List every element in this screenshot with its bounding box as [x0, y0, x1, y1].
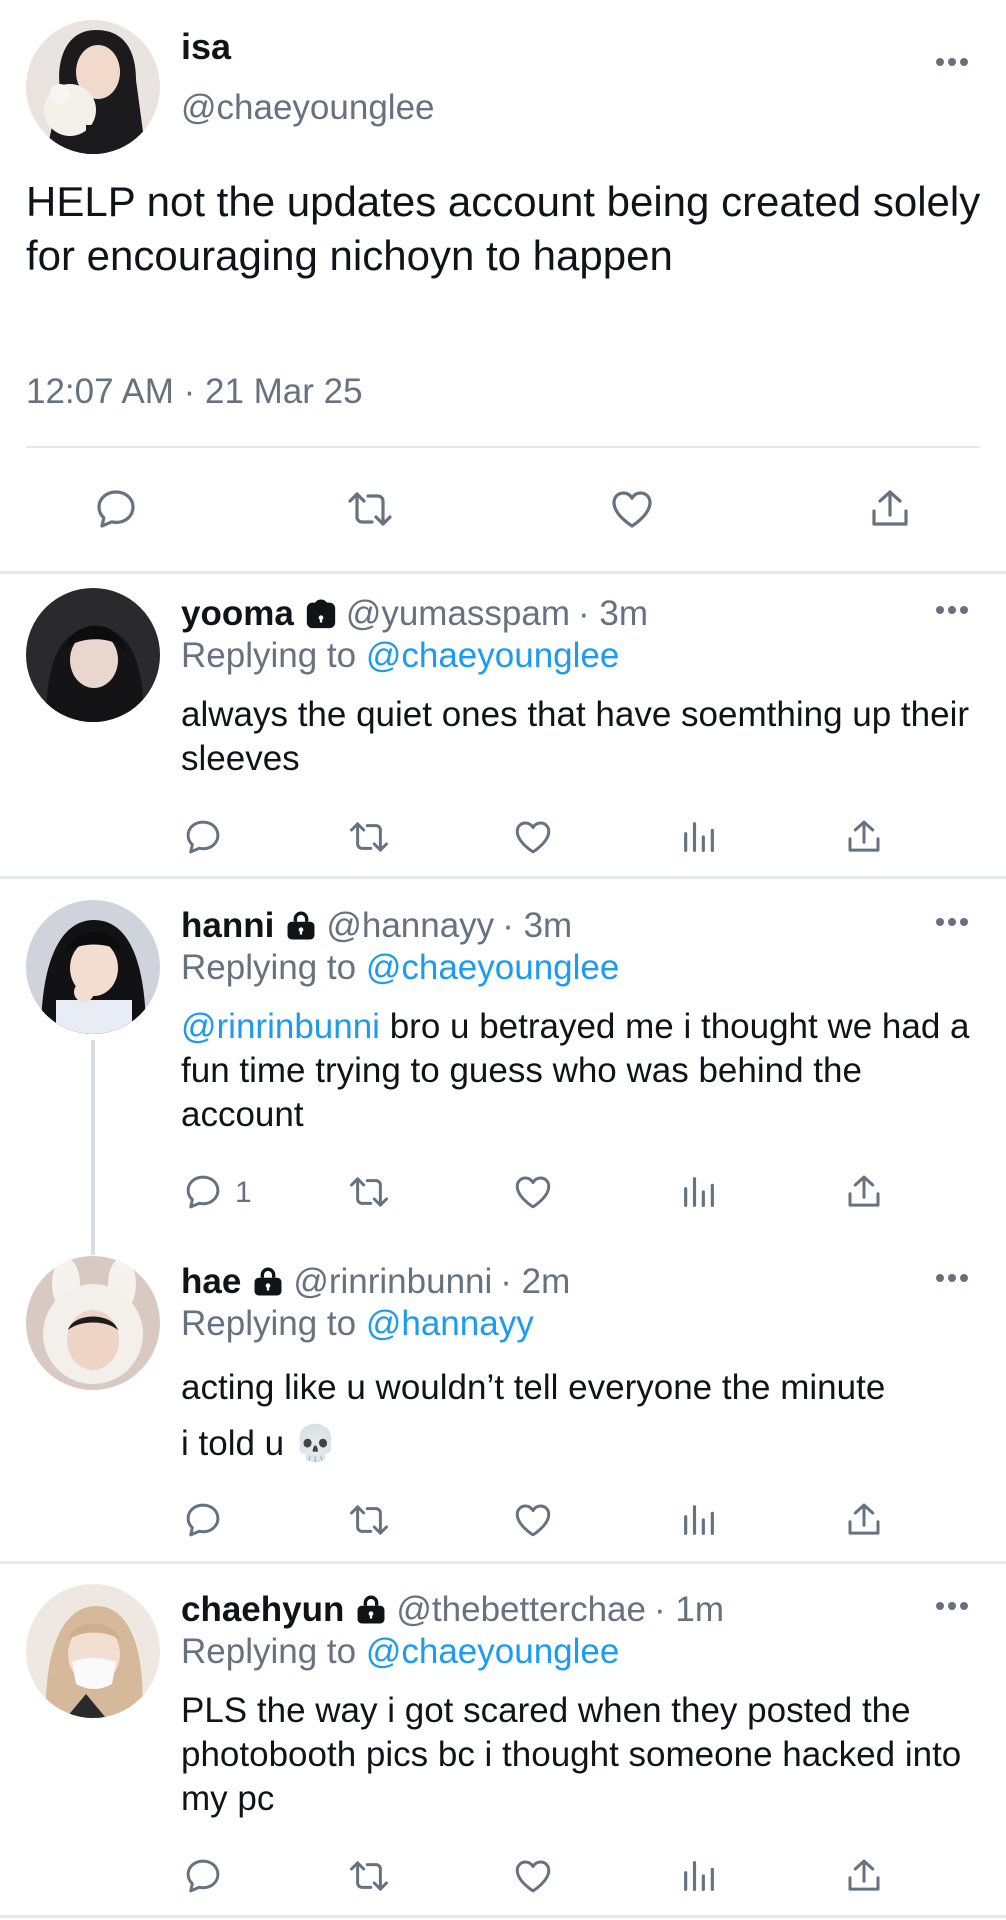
lock-icon	[304, 597, 338, 631]
avatar-chaehyun[interactable]	[26, 1584, 160, 1718]
reply-icon[interactable]	[182, 816, 224, 858]
author-name[interactable]: yooma	[181, 594, 294, 634]
reply-text: PLS the way i got scared when they poste…	[181, 1691, 962, 1818]
reply-text-line: i told u 💀	[181, 1424, 338, 1463]
views-icon[interactable]	[679, 1171, 719, 1213]
author-name[interactable]: chaehyun	[181, 1590, 344, 1630]
reply-time[interactable]: · 1m	[654, 1590, 724, 1630]
lock-icon	[354, 1593, 388, 1627]
heart-icon[interactable]	[511, 1171, 555, 1213]
retweet-icon[interactable]	[344, 485, 396, 533]
retweet-icon[interactable]	[346, 1855, 392, 1897]
views-icon[interactable]	[679, 1499, 719, 1541]
reply-time[interactable]: · 2m	[500, 1262, 570, 1302]
replying-to: Replying to @hannayy	[181, 1304, 534, 1344]
replying-to-link[interactable]: @hannayy	[366, 1304, 534, 1343]
timestamp-divider	[26, 446, 980, 448]
retweet-icon[interactable]	[346, 816, 392, 858]
reply-header: hae @rinrinbunni · 2m	[181, 1262, 570, 1302]
replying-prefix: Replying to	[181, 948, 357, 987]
more-icon[interactable]	[932, 600, 972, 620]
replying-to: Replying to @chaeyounglee	[181, 948, 619, 988]
share-icon[interactable]	[843, 816, 885, 858]
more-icon[interactable]	[932, 52, 972, 72]
reply-text: acting like u wouldn’t tell everyone the…	[181, 1360, 981, 1472]
replying-to: Replying to @chaeyounglee	[181, 636, 619, 676]
reply-time[interactable]: · 3m	[578, 594, 648, 634]
reply-header: chaehyun @thebetterchae · 1m	[181, 1590, 724, 1630]
more-icon[interactable]	[932, 1268, 972, 1288]
reply-text: always the quiet ones that have soemthin…	[181, 695, 969, 778]
share-icon[interactable]	[843, 1855, 885, 1897]
tweet-text: HELP not the updates account being creat…	[26, 178, 981, 279]
thread-line	[91, 1040, 95, 1255]
retweet-icon[interactable]	[346, 1499, 392, 1541]
author-handle[interactable]: @rinrinbunni	[293, 1262, 492, 1302]
replying-prefix: Replying to	[181, 1632, 357, 1671]
share-icon[interactable]	[843, 1171, 885, 1213]
author-handle[interactable]: @chaeyounglee	[181, 88, 435, 128]
replying-to-link[interactable]: @chaeyounglee	[366, 636, 620, 675]
reply-icon[interactable]	[182, 1499, 224, 1541]
reply-text-line: acting like u wouldn’t tell everyone the…	[181, 1368, 886, 1407]
reply-divider	[0, 1915, 1006, 1918]
author-name[interactable]: hae	[181, 1262, 241, 1302]
author-handle[interactable]: @yumasspam	[346, 594, 570, 634]
reply-count: 1	[235, 1176, 252, 1209]
more-icon[interactable]	[932, 1596, 972, 1616]
retweet-icon[interactable]	[346, 1171, 392, 1213]
avatar-yooma[interactable]	[26, 588, 160, 722]
avatar-hae[interactable]	[26, 1256, 160, 1390]
reply-header: hanni @hannayy · 3m	[181, 906, 572, 946]
author-handle[interactable]: @thebetterchae	[396, 1590, 646, 1630]
replying-to-link[interactable]: @chaeyounglee	[366, 948, 620, 987]
more-icon[interactable]	[932, 912, 972, 932]
reply-icon[interactable]	[182, 1171, 224, 1213]
views-icon[interactable]	[679, 1855, 719, 1897]
reply-time[interactable]: · 3m	[502, 906, 572, 946]
replying-prefix: Replying to	[181, 636, 357, 675]
author-name[interactable]: hanni	[181, 906, 274, 946]
views-icon[interactable]	[679, 816, 719, 858]
tweet-timestamp[interactable]: 12:07 AM · 21 Mar 25	[26, 372, 363, 412]
heart-icon[interactable]	[511, 1855, 555, 1897]
heart-icon[interactable]	[607, 485, 657, 533]
share-icon[interactable]	[843, 1499, 885, 1541]
heart-icon[interactable]	[511, 816, 555, 858]
author-handle[interactable]: @hannayy	[326, 906, 494, 946]
reply-divider	[0, 876, 1006, 879]
avatar-hanni[interactable]	[26, 900, 160, 1034]
reply-divider	[0, 1561, 1006, 1564]
mention-link[interactable]: @rinrinbunni	[181, 1007, 380, 1046]
reply-header: yooma @yumasspam · 3m	[181, 594, 648, 634]
replying-to: Replying to @chaeyounglee	[181, 1632, 619, 1672]
share-icon[interactable]	[866, 485, 914, 533]
lock-icon	[284, 909, 318, 943]
lock-icon	[251, 1265, 285, 1299]
reply-icon[interactable]	[182, 1855, 224, 1897]
avatar-isa[interactable]	[26, 20, 160, 154]
replying-prefix: Replying to	[181, 1304, 357, 1343]
author-name[interactable]: isa	[181, 26, 231, 68]
tweet-divider	[0, 571, 1006, 574]
reply-text: @rinrinbunni bro u betrayed me i thought…	[181, 1005, 981, 1137]
heart-icon[interactable]	[511, 1499, 555, 1541]
reply-icon[interactable]	[92, 485, 140, 533]
replying-to-link[interactable]: @chaeyounglee	[366, 1632, 620, 1671]
